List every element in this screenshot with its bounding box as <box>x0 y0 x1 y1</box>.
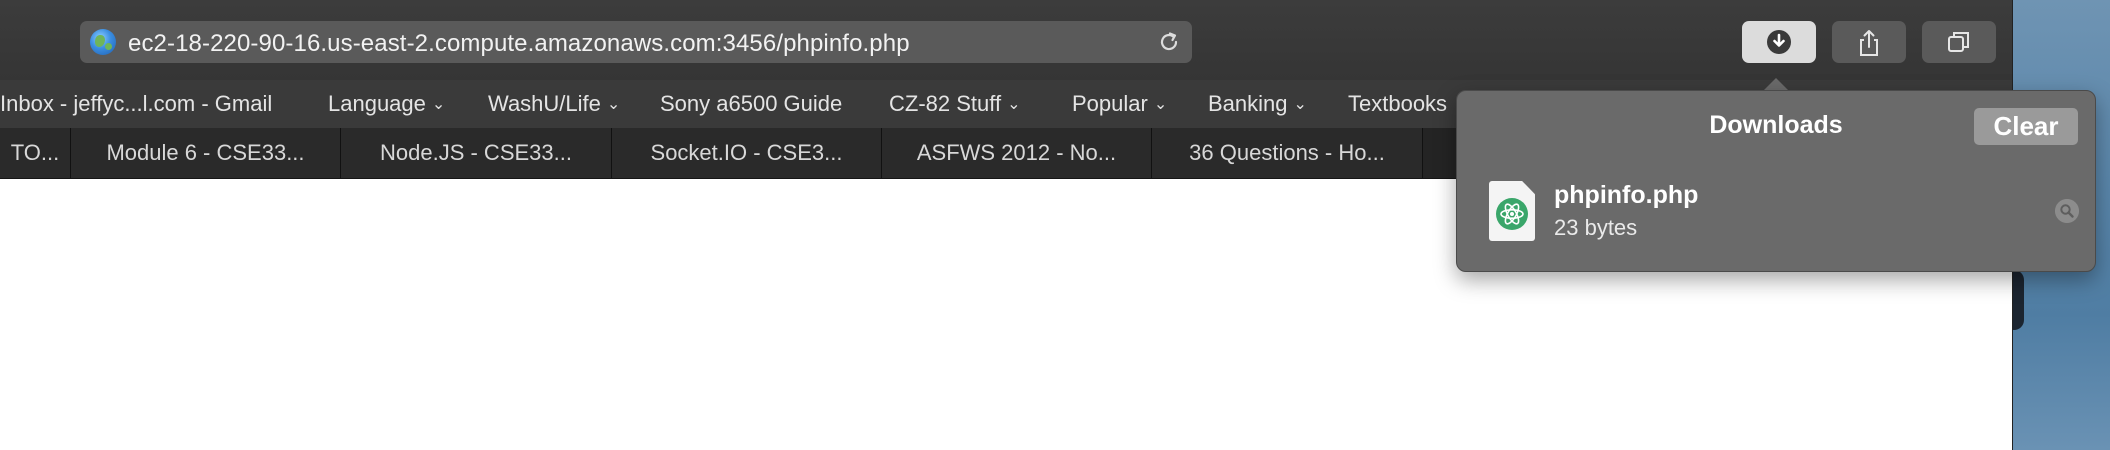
bookmark-folder-cz82[interactable]: CZ-82 Stuff ⌄ <box>889 91 1021 117</box>
download-arrow-icon <box>1767 30 1791 54</box>
tab-item[interactable]: 36 Questions - Ho... <box>1152 128 1423 178</box>
bookmark-folder-popular[interactable]: Popular ⌄ <box>1072 91 1167 117</box>
browser-toolbar: ec2-18-220-90-16.us-east-2.compute.amazo… <box>0 0 2012 81</box>
bookmark-folder-language[interactable]: Language ⌄ <box>328 91 445 117</box>
address-bar[interactable]: ec2-18-220-90-16.us-east-2.compute.amazo… <box>80 21 1192 63</box>
bookmark-textbooks[interactable]: Textbooks <box>1348 91 1447 117</box>
share-button[interactable] <box>1832 21 1906 63</box>
tab-overview-button[interactable] <box>1922 21 1996 63</box>
chevron-down-icon: ⌄ <box>431 96 446 113</box>
chevron-down-icon: ⌄ <box>1007 96 1021 113</box>
bookmark-label: Popular <box>1072 91 1148 116</box>
clear-downloads-button[interactable]: Clear <box>1974 108 2078 145</box>
bookmark-gmail[interactable]: Inbox - jeffyc...l.com - Gmail <box>0 91 272 117</box>
tab-item[interactable]: Socket.IO - CSE3... <box>612 128 882 178</box>
chevron-down-icon: ⌄ <box>606 96 621 113</box>
tab-item[interactable]: Module 6 - CSE33... <box>71 128 341 178</box>
bookmark-folder-washu[interactable]: WashU/Life ⌄ <box>488 91 620 117</box>
atom-icon <box>1496 198 1528 230</box>
chevron-down-icon: ⌄ <box>1293 96 1307 113</box>
magnifier-icon[interactable] <box>2055 199 2079 223</box>
bookmark-label: WashU/Life <box>488 91 601 116</box>
download-filename: phpinfo.php <box>1554 181 1699 209</box>
downloads-button[interactable] <box>1742 21 1816 63</box>
tab-item[interactable]: TO... <box>0 128 71 178</box>
chevron-down-icon: ⌄ <box>1153 96 1168 113</box>
tab-label: Node.JS - CSE33... <box>380 140 572 165</box>
share-icon <box>1860 30 1878 56</box>
tab-label: ASFWS 2012 - No... <box>916 140 1117 165</box>
tab-label: 36 Questions - Ho... <box>1189 140 1385 165</box>
tab-overview-icon <box>1948 32 1969 52</box>
bookmark-label: Inbox - jeffyc...l.com - Gmail <box>0 91 273 116</box>
download-filesize: 23 bytes <box>1554 215 1638 240</box>
tab-label: Module 6 - CSE33... <box>106 140 305 165</box>
bookmark-folder-banking[interactable]: Banking ⌄ <box>1208 91 1307 117</box>
tab-item[interactable]: ASFWS 2012 - No... <box>882 128 1152 178</box>
tab-label: TO... <box>10 140 60 165</box>
reload-icon[interactable] <box>1156 29 1182 55</box>
downloads-popover: Downloads Clear phpinfo.php 23 bytes <box>1456 90 2096 272</box>
url-text[interactable]: ec2-18-220-90-16.us-east-2.compute.amazo… <box>128 30 910 58</box>
bookmark-label: CZ-82 Stuff <box>889 91 1002 116</box>
bookmark-sony-guide[interactable]: Sony a6500 Guide <box>660 91 842 117</box>
bookmark-label: Language <box>328 91 426 116</box>
globe-icon <box>90 29 116 55</box>
bookmark-label: Banking <box>1208 91 1288 116</box>
atom-file-icon <box>1489 181 1535 241</box>
download-item[interactable]: phpinfo.php 23 bytes <box>1489 181 2079 251</box>
bookmark-label: Sony a6500 Guide <box>660 91 843 116</box>
tab-item[interactable]: Node.JS - CSE33... <box>341 128 612 178</box>
bookmark-label: Textbooks <box>1348 91 1448 116</box>
tab-label: Socket.IO - CSE3... <box>650 140 843 165</box>
